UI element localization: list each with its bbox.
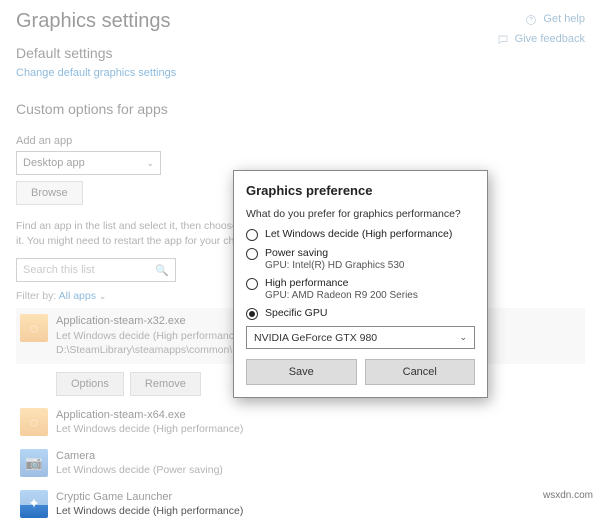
app-type-select[interactable]: Desktop app ⌄	[16, 151, 161, 175]
graphics-preference-dialog: Graphics preference What do you prefer f…	[233, 170, 488, 398]
browse-button[interactable]: Browse	[16, 181, 83, 205]
radio-option-high-performance[interactable]: High performance GPU: AMD Radeon R9 200 …	[246, 277, 475, 301]
app-icon: 📷	[20, 449, 48, 477]
cancel-button[interactable]: Cancel	[365, 359, 476, 385]
radio-option-power-saving[interactable]: Power saving GPU: Intel(R) HD Graphics 5…	[246, 247, 475, 271]
app-name: Cryptic Game Launcher	[56, 490, 243, 505]
dialog-title: Graphics preference	[246, 183, 475, 198]
chevron-down-icon: ⌄	[146, 158, 154, 169]
search-icon: 🔍	[155, 264, 169, 277]
chevron-down-icon: ⌄	[99, 291, 107, 301]
watermark: wsxdn.com	[543, 490, 593, 501]
list-item[interactable]: 📷 Camera Let Windows decide (Power savin…	[16, 443, 585, 484]
search-input[interactable]: Search this list 🔍	[16, 258, 176, 282]
cancel-label: Cancel	[403, 366, 437, 378]
options-label: Options	[71, 378, 109, 390]
search-placeholder: Search this list	[23, 264, 95, 276]
dialog-question: What do you prefer for graphics performa…	[246, 208, 475, 220]
give-feedback-label: Give feedback	[515, 30, 585, 50]
give-feedback-link[interactable]: Give feedback	[497, 30, 585, 50]
radio-icon	[246, 278, 258, 290]
option-label: Specific GPU	[265, 307, 327, 319]
radio-icon	[246, 308, 258, 320]
app-pref: Let Windows decide (Power saving)	[56, 463, 223, 477]
radio-option-specific-gpu[interactable]: Specific GPU	[246, 307, 475, 320]
options-button[interactable]: Options	[56, 372, 124, 396]
app-name: Application-steam-x64.exe	[56, 408, 243, 423]
option-sublabel: GPU: Intel(R) HD Graphics 530	[265, 260, 405, 271]
app-icon: ✦	[20, 490, 48, 518]
option-label: High performance	[265, 277, 418, 289]
browse-label: Browse	[31, 187, 68, 199]
filter-label: Filter by:	[16, 290, 56, 302]
remove-label: Remove	[145, 378, 186, 390]
help-links: Get help Give feedback	[497, 10, 585, 50]
change-default-link[interactable]: Change default graphics settings	[16, 67, 585, 79]
custom-heading: Custom options for apps	[16, 101, 585, 117]
app-name: Camera	[56, 449, 223, 464]
save-button[interactable]: Save	[246, 359, 357, 385]
app-pref: Let Windows decide (High performance)	[56, 504, 243, 518]
add-app-label: Add an app	[16, 135, 585, 147]
help-icon	[525, 14, 537, 26]
save-label: Save	[289, 366, 314, 378]
radio-icon	[246, 229, 258, 241]
list-item[interactable]: ✦ Cryptic Game Launcher Let Windows deci…	[16, 484, 585, 525]
app-icon: ◌	[20, 314, 48, 342]
get-help-label: Get help	[543, 10, 585, 30]
gpu-select[interactable]: NVIDIA GeForce GTX 980 ⌄	[246, 326, 475, 349]
app-icon: ◌	[20, 408, 48, 436]
gpu-value: NVIDIA GeForce GTX 980	[254, 332, 377, 344]
option-sublabel: GPU: AMD Radeon R9 200 Series	[265, 290, 418, 301]
option-label: Power saving	[265, 247, 405, 259]
remove-button[interactable]: Remove	[130, 372, 201, 396]
radio-option-windows-decide[interactable]: Let Windows decide (High performance)	[246, 228, 475, 241]
feedback-icon	[497, 34, 509, 46]
app-pref: Let Windows decide (High performance)	[56, 422, 243, 436]
get-help-link[interactable]: Get help	[497, 10, 585, 30]
list-item[interactable]: ◌ Application-steam-x64.exe Let Windows …	[16, 402, 585, 443]
option-label: Let Windows decide (High performance)	[265, 228, 452, 240]
chevron-down-icon: ⌄	[459, 332, 467, 343]
radio-icon	[246, 248, 258, 260]
filter-value[interactable]: All apps ⌄	[59, 290, 107, 302]
app-type-value: Desktop app	[23, 157, 85, 169]
